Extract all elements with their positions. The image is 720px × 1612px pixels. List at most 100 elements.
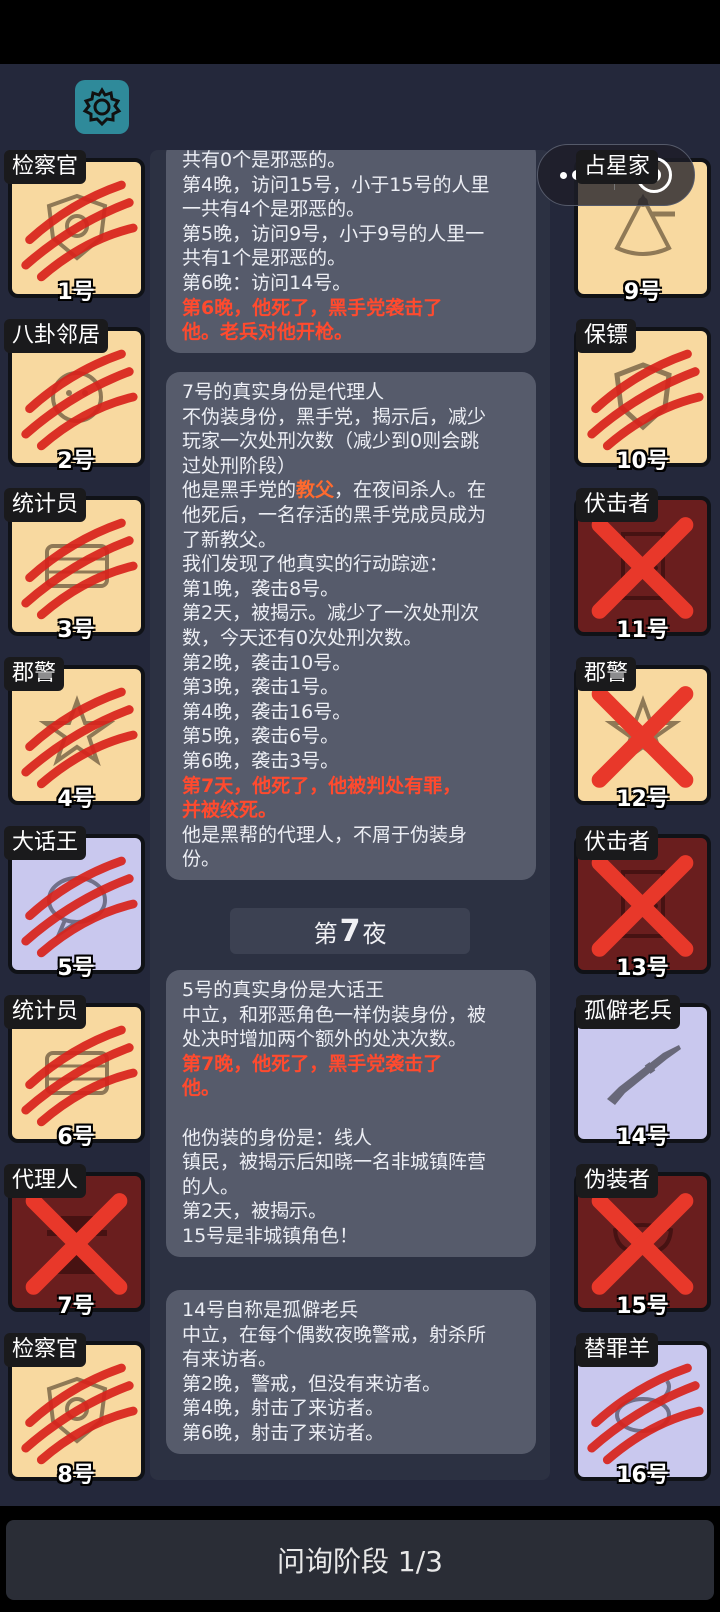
log-line: 第3晚，袭击1号。: [182, 676, 340, 699]
log-message: 14号自称是孤僻老兵 中立，在每个偶数夜晚警戒，射杀所 有来访者。 第2晚，警戒，但没…: [166, 1290, 536, 1454]
log-line: 的人。: [182, 1175, 240, 1198]
highlight-line: 第7晚，他死了，黑手党袭击了: [182, 1052, 443, 1075]
log-line: 镇民，被揭示后知晓一名非城镇阵营: [182, 1151, 487, 1174]
player-card-15号[interactable]: 伪装者 15号: [574, 1164, 711, 1319]
role-label: 检察官: [4, 150, 87, 184]
log-line: 第4晚，访问15号，小于15号的人里: [182, 173, 490, 196]
role-label: 统计员: [4, 488, 87, 522]
log-line: 第2晚，警戒，但没有来访者。: [182, 1372, 442, 1395]
player-card-11号[interactable]: 伏击者 11号: [574, 488, 711, 643]
role-label: 八卦邻居: [4, 319, 109, 353]
log-line: 处决时增加两个额外的处决次数。: [182, 1028, 468, 1051]
log-line: 他是黑帮的代理人，不屑于伪装身: [182, 823, 468, 846]
player-card-5号[interactable]: 大话王 5号: [0, 826, 145, 981]
log-line: 第4晚，袭击16号。: [182, 700, 352, 723]
player-number: 1号: [57, 280, 95, 305]
log-line: 共有0个是邪恶的。: [182, 150, 347, 171]
night-prefix: 第: [313, 919, 338, 948]
log-line: 5号的真实身份是大话王: [182, 979, 385, 1001]
log-line: 第2晚，袭击10号。: [182, 651, 352, 674]
role-label: 代理人: [4, 1164, 87, 1198]
player-number: 15号: [616, 1294, 669, 1319]
log-line: 第2天，被揭示。减少了一次处刑次: [182, 602, 480, 625]
log-line: 第5晚，访问9号，小于9号的人里一: [182, 222, 485, 245]
log-line: 15号是非城镇角色！: [182, 1224, 359, 1247]
role-label: 郡警: [576, 657, 637, 691]
player-card-16号[interactable]: 替罪羊 16号: [574, 1333, 711, 1488]
settings-button[interactable]: [75, 80, 129, 134]
godfather-pre: 他是黑手党的: [182, 479, 297, 502]
log-line: 第6晚，袭击3号。: [182, 749, 340, 772]
player-card-3号[interactable]: 统计员 3号: [0, 488, 145, 643]
player-number: 12号: [616, 787, 669, 812]
player-number: 6号: [57, 1125, 95, 1150]
log-line: 有来访者。: [182, 1348, 278, 1371]
log-line: 第2天，被揭示。: [182, 1200, 328, 1223]
log-line: 不伪装身份，黑手党，揭示后，减少: [182, 405, 487, 428]
role-label: 替罪羊: [576, 1333, 659, 1367]
role-label: 伏击者: [576, 488, 659, 522]
player-number: 7号: [57, 1294, 95, 1319]
rifle-icon: [606, 1045, 681, 1105]
log-message: 共有0个是邪恶的。 第4晚，访问15号，小于15号的人里 一共有4个是邪恶的。 第5晚…: [166, 150, 536, 353]
player-card-7号[interactable]: 代理人 7号: [0, 1164, 145, 1319]
log-line: 数，今天还有0次处刑次数。: [182, 626, 423, 649]
log-line: 一共有4个是邪恶的。: [182, 198, 366, 221]
role-label: 孤僻老兵: [576, 995, 681, 1029]
godfather-keyword: 教父: [296, 479, 335, 502]
role-label: 保镖: [576, 319, 637, 353]
log-line: 共有1个是邪恶的。: [182, 247, 347, 270]
night-divider: 第 7 夜: [230, 908, 470, 954]
log-line: 14号自称是孤僻老兵: [182, 1299, 359, 1321]
player-card-10号[interactable]: 保镖 10号: [574, 319, 711, 474]
player-number: 3号: [57, 618, 95, 643]
player-card-4号[interactable]: 郡警 4号: [0, 657, 145, 812]
player-card-1号[interactable]: 检察官 1号: [0, 150, 145, 305]
role-label: 郡警: [4, 657, 65, 691]
log-message: 5号的真实身份是大话王 中立，和邪恶角色一样伪装身份，被 处决时增加两个额外的处决次…: [166, 970, 536, 1257]
role-label: 统计员: [4, 995, 87, 1029]
status-bar: [0, 0, 720, 64]
log-line: 第1晚，袭击8号。: [182, 577, 340, 600]
log-line: 了新教父。: [182, 528, 278, 551]
role-label: 占星家: [576, 150, 659, 184]
player-number: 14号: [616, 1125, 669, 1150]
player-number: 5号: [57, 956, 95, 981]
log-line: 我们发现了他真实的行动踪迹：: [182, 553, 449, 576]
highlight-line: 他。: [182, 1077, 221, 1100]
log-line: 第6晚，射击了来访者。: [182, 1421, 385, 1444]
game-log-panel[interactable]: 共有0个是邪恶的。 第4晚，访问15号，小于15号的人里 一共有4个是邪恶的。 第5晚…: [150, 150, 550, 1480]
player-number: 11号: [616, 618, 669, 643]
log-line: 第4晚，射击了来访者。: [182, 1397, 385, 1420]
role-label: 检察官: [4, 1333, 87, 1367]
log-line: 7号的真实身份是代理人: [182, 381, 385, 403]
log-line: 第6晚：访问14号。: [182, 271, 352, 294]
role-label: 大话王: [4, 826, 87, 860]
player-card-14号[interactable]: 孤僻老兵 14号: [574, 995, 711, 1150]
player-number: 4号: [57, 787, 95, 812]
player-card-13号[interactable]: 伏击者 13号: [574, 826, 711, 981]
role-label: 伏击者: [576, 826, 659, 860]
player-card-6号[interactable]: 统计员 6号: [0, 995, 145, 1150]
gear-icon: [82, 87, 122, 127]
phase-indicator[interactable]: 问询阶段 1/3: [6, 1520, 714, 1600]
highlight-line: 第6晚，他死了，黑手党袭击了: [182, 296, 443, 319]
role-label: 伪装者: [576, 1164, 659, 1198]
log-line: 过处刑阶段）: [182, 454, 297, 477]
player-number: 9号: [623, 280, 662, 305]
highlight-line: 他。老兵对他开枪。: [182, 321, 354, 344]
player-number: 13号: [616, 956, 669, 981]
player-card-12号[interactable]: 郡警 12号: [574, 657, 711, 812]
player-number: 10号: [616, 449, 669, 474]
player-card-8号[interactable]: 检察官 8号: [0, 1333, 145, 1488]
godfather-post: ，在夜间杀人。在: [334, 479, 487, 502]
log-line: 他死后，一名存活的黑手党成员成为: [182, 503, 487, 526]
log-line: 他是黑手党的教父，在夜间杀人。在: [182, 478, 520, 503]
player-card-2号[interactable]: 八卦邻居 2号: [0, 319, 145, 474]
night-suffix: 夜: [362, 919, 387, 948]
bottom-bar: 问询阶段 1/3: [0, 1506, 720, 1612]
player-number: 2号: [57, 449, 95, 474]
log-line: 中立，在每个偶数夜晚警戒，射杀所: [182, 1323, 487, 1346]
log-line: 中立，和邪恶角色一样伪装身份，被: [182, 1003, 487, 1026]
